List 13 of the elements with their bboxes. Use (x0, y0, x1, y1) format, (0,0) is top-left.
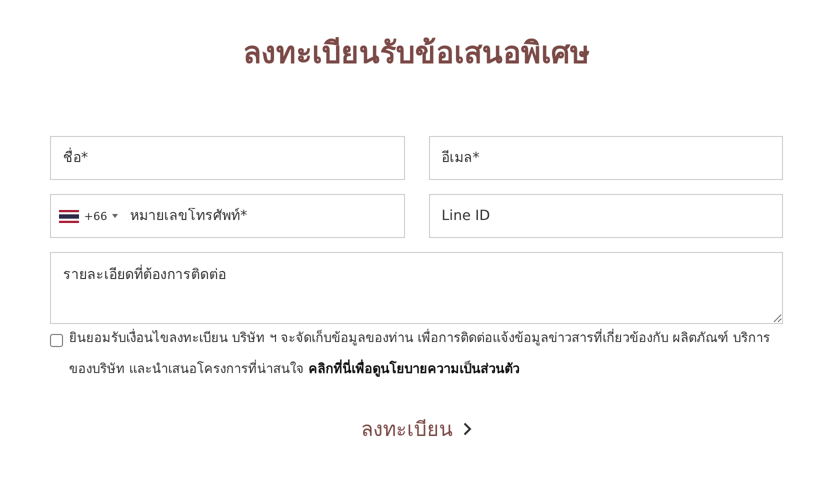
privacy-policy-link[interactable]: คลิกที่นี่เพื่อดูนโยบายความเป็นส่วนตัว (308, 362, 520, 377)
chevron-right-icon (463, 422, 472, 436)
input-field[interactable]: ชื่อ* (50, 136, 404, 180)
consent-checkbox[interactable] (50, 334, 63, 347)
message-field[interactable]: รายละเอียดที่ต้องการติดต่อ (50, 252, 783, 324)
consent-text: ยินยอมรับเงื่อนไขลงทะเบียน บริษัท ฯ จะจัดเก็บข้อมูลของท่าน เพื่อการติดต่อแจ้งข้อมูลข่าวสารที่เกี่ยวข้องกับ ผลิตภัณฑ์ บริการของบริษัท และนำเสนอโครงการที่น่าสนใจ คลิกที่นี่เพื่อดูนโยบายความเป็นส่วนตัว (69, 323, 783, 385)
country-code-dropdown[interactable]: +66 (59, 210, 118, 222)
caret-icon (112, 214, 118, 218)
input-field[interactable]: อีเมล* (428, 136, 783, 180)
register-button[interactable]: ลงทะเบียน (351, 407, 482, 451)
flag-icon (59, 210, 79, 222)
form-title: ลงทะเบียนรับข้อเสนอพิเศษ (242, 35, 591, 73)
input-field[interactable]: Line ID (428, 194, 783, 238)
